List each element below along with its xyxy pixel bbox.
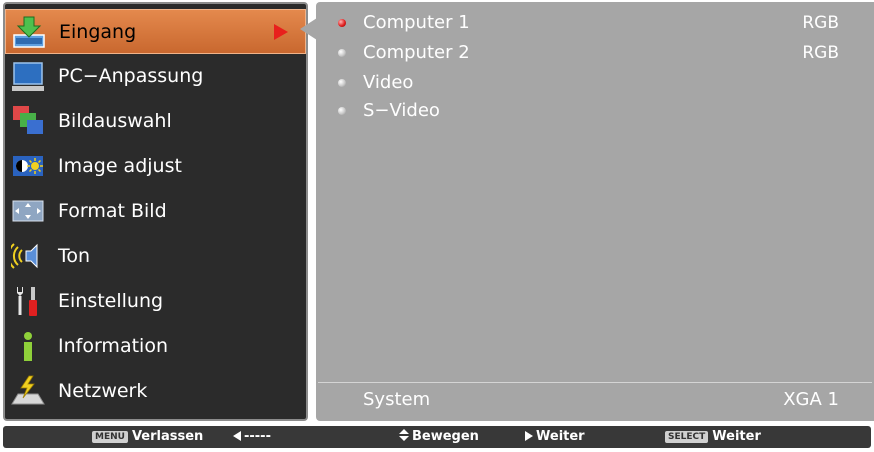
arrow-up-down-icon	[399, 429, 409, 441]
selected-arrow-icon	[274, 24, 288, 40]
input-option-video[interactable]: Video	[316, 71, 874, 97]
menu-item-label: Einstellung	[58, 290, 164, 312]
image-select-icon	[13, 106, 43, 134]
input-signal: RGB	[802, 43, 839, 63]
bullet-icon	[338, 107, 346, 115]
input-submenu-panel: Computer 1 RGB Computer 2 RGB Video S−Vi…	[316, 2, 874, 421]
menu-item-eingang[interactable]: Eingang	[5, 9, 306, 54]
menu-item-label: Information	[58, 335, 168, 357]
menu-item-label: PC−Anpassung	[58, 65, 204, 87]
footer-next-label: Weiter	[536, 429, 585, 444]
menu-item-netzwerk[interactable]: Netzwerk	[5, 369, 306, 414]
input-label: Computer 2	[363, 42, 470, 63]
footer-move-label: Bewegen	[412, 429, 479, 444]
submenu-pointer	[300, 18, 317, 40]
input-label: Computer 1	[363, 12, 470, 33]
menu-key-badge: MENU	[92, 431, 128, 443]
input-option-computer-2[interactable]: Computer 2 RGB	[316, 41, 874, 67]
input-label: Video	[363, 72, 414, 93]
menu-item-information[interactable]: Information	[5, 324, 306, 369]
footer-next-hint: Weiter	[525, 426, 585, 448]
footer-help-bar: MENU Verlassen ----- Bewegen Weiter SELEC…	[3, 426, 871, 448]
arrow-left-icon	[233, 431, 241, 441]
arrow-right-icon	[525, 431, 533, 441]
tools-icon	[17, 287, 37, 316]
system-label: System	[363, 389, 431, 410]
footer-exit-hint: MENU Verlassen	[92, 426, 203, 448]
menu-item-ton[interactable]: Ton	[5, 234, 306, 279]
input-icon	[13, 16, 45, 48]
monitor-icon	[12, 62, 44, 91]
select-key-badge: SELECT	[665, 431, 709, 443]
input-option-s-video[interactable]: S−Video	[316, 99, 874, 125]
input-label: S−Video	[363, 100, 440, 121]
menu-item-image-adjust[interactable]: Image adjust	[5, 144, 306, 189]
menu-item-einstellung[interactable]: Einstellung	[5, 279, 306, 324]
screen-format-icon	[12, 200, 44, 222]
image-adjust-icon	[13, 156, 43, 176]
footer-move-hint: Bewegen	[399, 426, 479, 448]
system-value: XGA 1	[783, 389, 839, 410]
menu-item-label: Ton	[58, 245, 91, 267]
bullet-icon	[338, 49, 346, 57]
menu-item-bildauswahl[interactable]: Bildauswahl	[5, 99, 306, 144]
footer-back-hint: -----	[233, 426, 271, 448]
input-option-computer-1[interactable]: Computer 1 RGB	[316, 11, 874, 37]
menu-item-format-bild[interactable]: Format Bild	[5, 189, 306, 234]
speaker-icon	[11, 243, 38, 269]
menu-item-label: Format Bild	[58, 200, 167, 222]
menu-item-pc-anpassung[interactable]: PC−Anpassung	[5, 54, 306, 99]
network-icon	[11, 375, 45, 405]
footer-exit-label: Verlassen	[131, 429, 204, 444]
menu-item-label: Netzwerk	[58, 380, 148, 402]
active-bullet-icon	[338, 19, 346, 27]
footer-back-dashes: -----	[244, 429, 271, 444]
divider	[318, 382, 872, 383]
info-icon	[24, 332, 32, 361]
menu-item-label: Eingang	[59, 21, 137, 43]
main-menu-panel: Eingang PC−Anpassung Bildauswahl Image a…	[3, 2, 308, 421]
input-signal: RGB	[802, 13, 839, 33]
footer-select-label: Weiter	[712, 429, 761, 444]
bullet-icon	[338, 79, 346, 87]
footer-select-hint: SELECT Weiter	[665, 426, 761, 448]
menu-item-label: Bildauswahl	[58, 110, 172, 132]
menu-item-label: Image adjust	[58, 155, 182, 177]
